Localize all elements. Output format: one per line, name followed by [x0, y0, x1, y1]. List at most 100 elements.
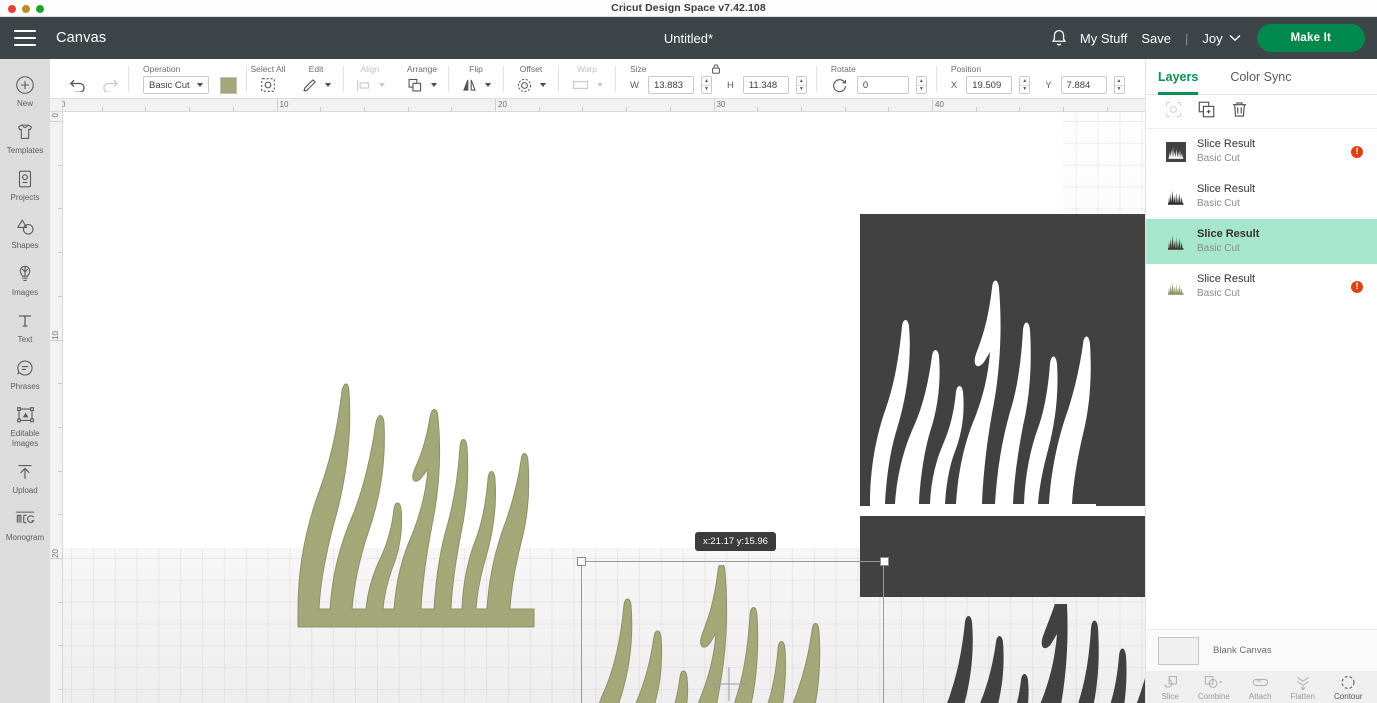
ruler-h-label: 30 [716, 100, 726, 109]
save-button[interactable]: Save [1141, 31, 1171, 46]
window-title-bar: Cricut Design Space v7.42.108 [0, 0, 1377, 17]
sidebar-item-monogram[interactable]: Monogram [0, 501, 50, 548]
layer-operation: Basic Cut [1197, 288, 1240, 300]
grass-olive-top-left[interactable] [290, 377, 555, 637]
layer-name: Slice Result [1197, 228, 1260, 241]
machine-selector-label[interactable]: Joy [1202, 31, 1222, 46]
x-stepper[interactable]: ▲ ▼ [1019, 76, 1031, 94]
grass-dark-bottom-right[interactable] [927, 604, 1145, 703]
offset-icon[interactable] [516, 77, 533, 94]
sidebar-item-label: Templates [6, 146, 44, 156]
layer-name: Slice Result [1197, 138, 1256, 151]
flatten-button[interactable]: Flatten [1291, 674, 1315, 701]
sidebar-item-editable-images[interactable]: Editable Images [0, 397, 50, 453]
flip-icon[interactable] [461, 77, 478, 93]
attach-label: Attach [1248, 691, 1272, 701]
dark-rect-with-white-grass[interactable] [860, 214, 1145, 597]
attach-button[interactable]: Attach [1249, 674, 1272, 701]
rotate-icon[interactable] [831, 77, 848, 93]
flip-label: Flip [469, 63, 483, 74]
layer-row[interactable]: Slice Result Basic Cut ! [1146, 264, 1377, 309]
undo-icon[interactable] [69, 78, 87, 92]
sidebar-item-new[interactable]: New [0, 67, 50, 114]
x-input[interactable]: 19.509 [966, 76, 1013, 94]
layer-text-group: Slice Result Basic Cut [1197, 137, 1255, 165]
lock-icon[interactable] [710, 62, 722, 80]
operation-color-swatch[interactable] [220, 76, 237, 94]
slice-button[interactable]: Slice [1162, 674, 1179, 701]
chevron-down-icon[interactable] [1229, 29, 1241, 47]
combine-button[interactable]: Combine [1198, 674, 1230, 701]
layer-warning-badge[interactable]: ! [1351, 280, 1363, 293]
layer-row[interactable]: Slice Result Basic Cut [1146, 219, 1377, 264]
selection-handle-top-left[interactable] [577, 557, 586, 566]
y-input[interactable]: 7.884 [1060, 76, 1107, 94]
sidebar-item-upload[interactable]: Upload [0, 454, 50, 501]
sidebar-item-label: Phrases [10, 382, 40, 392]
make-it-button[interactable]: Make It [1256, 24, 1365, 52]
operation-select[interactable]: Basic Cut [143, 76, 209, 94]
layer-operation: Basic Cut [1197, 198, 1240, 210]
sidebar-item-templates[interactable]: Templates [0, 114, 50, 161]
x-axis-label: X [950, 79, 958, 91]
layer-actions-bar [1146, 95, 1377, 129]
sidebar-item-text[interactable]: Text [0, 303, 50, 350]
contour-button[interactable]: Contour [1334, 674, 1362, 701]
redo-icon[interactable] [101, 78, 119, 92]
sidebar-item-label: New [16, 99, 33, 108]
layer-thumbnail-dark-square-white-grass [1166, 141, 1186, 162]
size-group: Size W 13.883 ▲ ▼ H 11.348 ▲ ▼ [616, 59, 816, 99]
sidebar-item-label: Upload [12, 485, 38, 495]
layer-row[interactable]: Slice Result Basic Cut ! [1146, 129, 1377, 174]
blank-canvas-row[interactable]: Blank Canvas [1146, 629, 1377, 671]
history-group [50, 59, 128, 99]
tab-layers[interactable]: Layers [1158, 59, 1216, 95]
y-axis-label: Y [1045, 79, 1052, 91]
horizontal-ruler[interactable]: 0 10 20 30 40 [50, 99, 1145, 112]
layer-name: Slice Result [1197, 273, 1256, 286]
combine-label: Combine [1197, 691, 1230, 701]
rotate-input[interactable]: 0 [856, 76, 909, 94]
coordinate-tooltip: x:21.17 y:15.96 [695, 532, 776, 551]
duplicate-icon[interactable] [1197, 100, 1216, 124]
sidebar-item-images[interactable]: Images [0, 256, 50, 303]
rotate-label: Rotate [830, 63, 856, 74]
sidebar-item-projects[interactable]: Projects [0, 161, 50, 208]
arrange-icon[interactable] [407, 77, 424, 93]
ruler-h-label: 20 [498, 100, 507, 109]
layer-warning-badge[interactable]: ! [1351, 145, 1363, 158]
tab-color-sync[interactable]: Color Sync [1216, 59, 1305, 95]
notification-bell-icon[interactable] [1048, 27, 1070, 49]
contour-label: Contour [1334, 691, 1363, 701]
rotate-stepper[interactable]: ▲ ▼ [915, 76, 927, 94]
ruler-h-label: 10 [279, 100, 289, 109]
layer-text-group: Slice Result Basic Cut [1197, 227, 1259, 255]
pencil-icon[interactable] [301, 77, 318, 94]
width-input[interactable]: 13.883 [647, 76, 694, 94]
vertical-ruler[interactable]: 0 10 20 [50, 99, 63, 703]
selection-handle-top-right[interactable] [880, 557, 889, 566]
sidebar-item-label: Editable Images [10, 429, 40, 448]
layer-row[interactable]: Slice Result Basic Cut [1146, 174, 1377, 219]
ruler-v-label: 20 [51, 549, 60, 558]
rotation-center-crosshair [712, 667, 746, 703]
flatten-label: Flatten [1290, 691, 1316, 701]
arrange-group: Arrange [396, 59, 448, 99]
right-panel-bottom: Blank Canvas Slice Combine Attach Flatte… [1146, 629, 1377, 703]
select-all-icon[interactable] [259, 76, 277, 94]
sidebar-item-phrases[interactable]: Phrases [0, 350, 50, 397]
nav-separator: | [1184, 30, 1189, 46]
align-group: Align [344, 59, 396, 99]
height-input[interactable]: 11.348 [742, 76, 789, 94]
sidebar-item-shapes[interactable]: Shapes [0, 209, 50, 256]
width-value: 13.883 [653, 79, 684, 91]
offset-group: Offset [504, 59, 558, 99]
canvas-color-swatch[interactable] [1158, 636, 1199, 665]
size-label: Size [630, 63, 647, 74]
my-stuff-link[interactable]: My Stuff [1080, 31, 1127, 46]
design-canvas[interactable]: x:21.17 y:15.96 0 10 20 30 40 0 10 20 [50, 99, 1145, 703]
delete-trash-icon[interactable] [1230, 100, 1249, 124]
y-stepper[interactable]: ▲ ▼ [1113, 76, 1125, 94]
height-axis-label: H [726, 79, 734, 91]
height-stepper[interactable]: ▲ ▼ [795, 76, 807, 94]
